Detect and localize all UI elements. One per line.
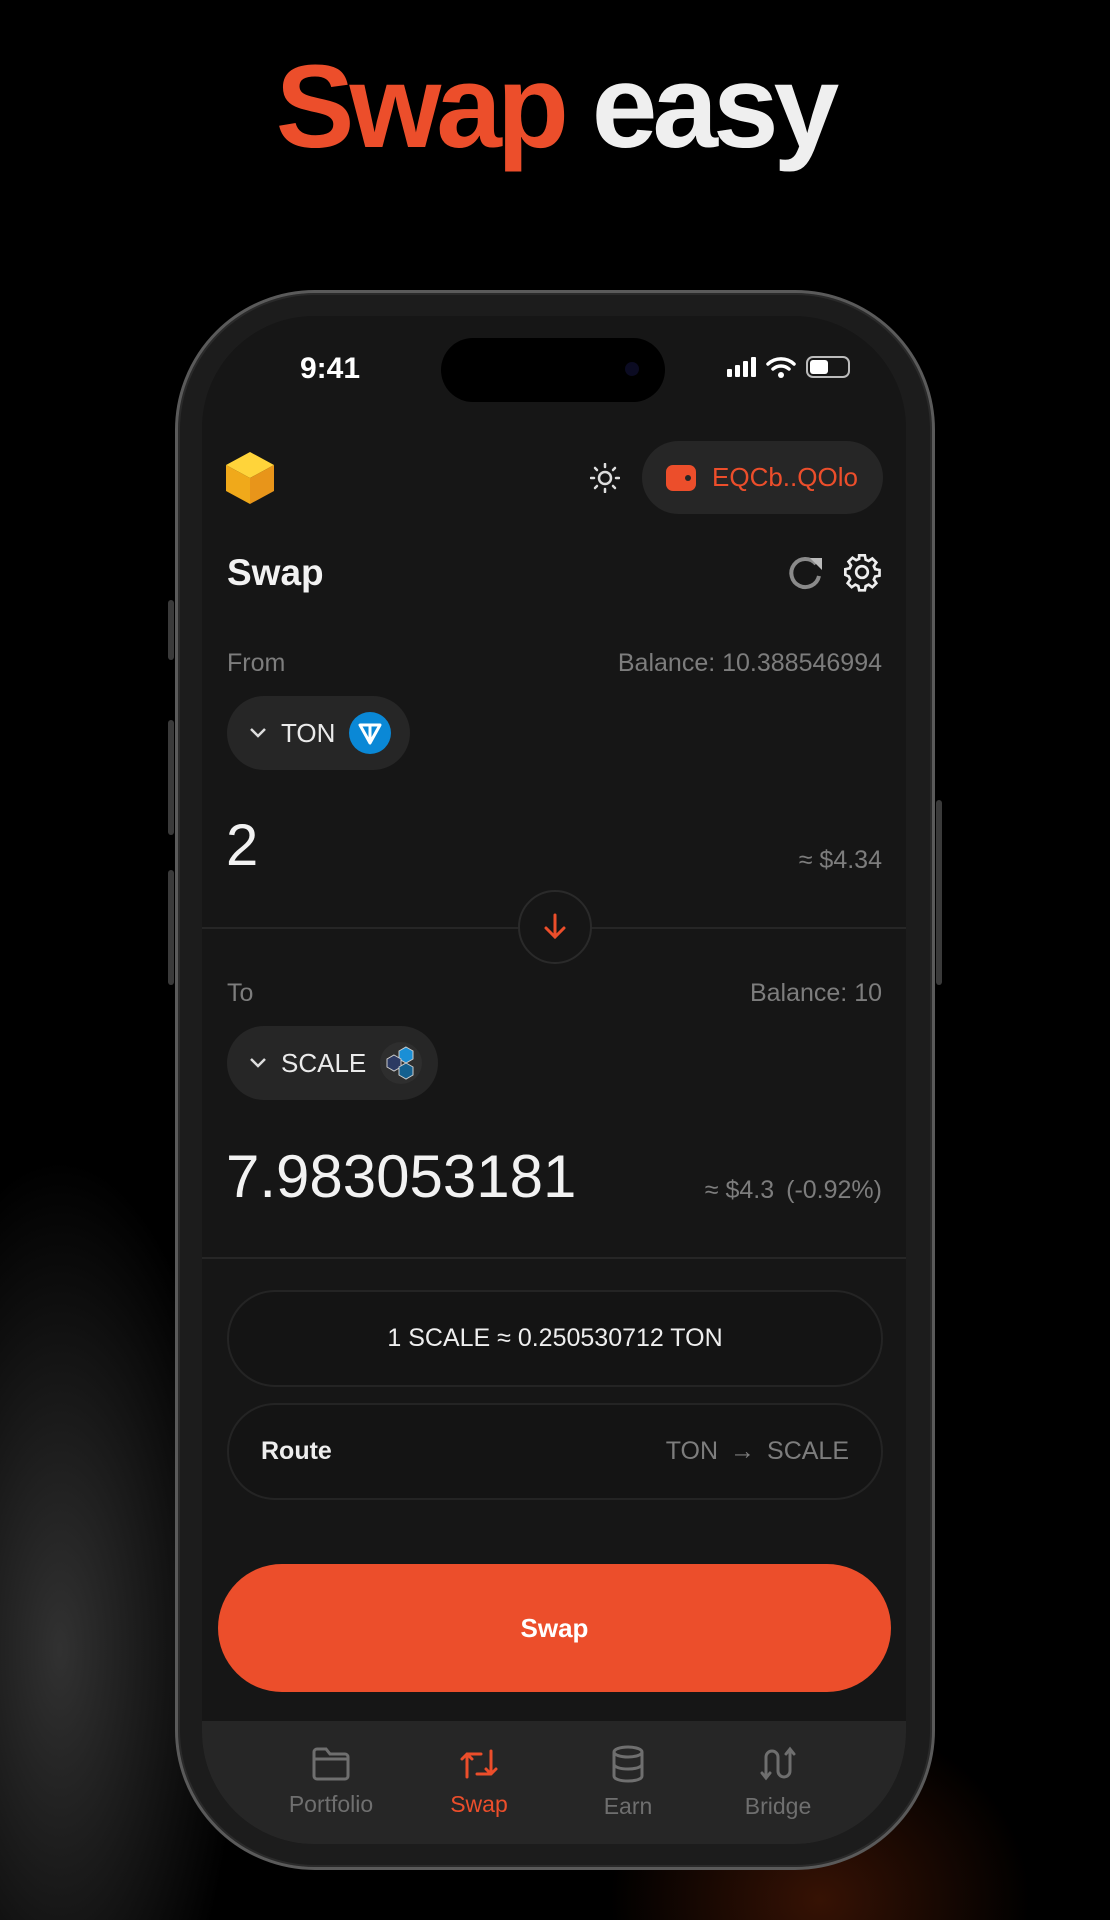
from-token-selector[interactable]: TON: [227, 696, 410, 770]
headline-rest: easy: [591, 41, 840, 173]
from-balance: Balance: 10.388546994: [617, 649, 882, 677]
from-token-name: TON: [281, 717, 336, 748]
tab-label: Earn: [603, 1793, 653, 1819]
tab-earn[interactable]: Earn: [553, 1721, 703, 1844]
chevron-down-icon: [250, 728, 266, 738]
ton-logo-icon: [349, 712, 392, 754]
to-token-name: SCALE: [281, 1047, 367, 1078]
settings-gear-icon[interactable]: [842, 552, 882, 592]
tab-swap[interactable]: Swap: [404, 1721, 554, 1844]
exchange-rate: 1 SCALE ≈ 0.250530712 TON: [387, 1324, 723, 1352]
tab-portfolio[interactable]: Portfolio: [256, 1721, 406, 1844]
to-balance: Balance: 10: [749, 979, 882, 1007]
page-title: Swap: [227, 552, 324, 593]
price-impact: (-0.92%): [786, 1176, 882, 1204]
app-logo-cube-icon[interactable]: [224, 450, 276, 506]
power-button: [936, 800, 942, 985]
to-usd-row: ≈ $4.3 (-0.92%): [705, 1176, 882, 1205]
from-amount-input[interactable]: 2: [226, 812, 258, 879]
switch-direction-button[interactable]: [518, 890, 592, 964]
swap-icon: [460, 1749, 498, 1779]
mute-switch: [168, 600, 174, 660]
tab-label: Bridge: [744, 1793, 812, 1819]
volume-up-button: [168, 720, 174, 835]
arrow-down-icon: [544, 913, 566, 940]
headline-accent: Swap: [275, 41, 569, 173]
signal-icon: [727, 357, 756, 377]
arrow-right-icon: →: [730, 1437, 756, 1465]
database-icon: [612, 1745, 644, 1783]
wallet-address: EQCb..QOlo: [712, 462, 858, 492]
wifi-icon: [766, 357, 796, 378]
sun-icon[interactable]: [590, 463, 620, 493]
from-usd-value: ≈ $4.34: [798, 846, 882, 874]
to-usd-value: ≈ $4.3: [704, 1176, 775, 1204]
divider: [202, 1257, 906, 1259]
rate-info: 1 SCALE ≈ 0.250530712 TON: [227, 1290, 883, 1387]
tab-label: Portfolio: [288, 1791, 374, 1817]
tab-bridge[interactable]: Bridge: [703, 1721, 853, 1844]
route-info: Route TON → SCALE: [227, 1403, 883, 1500]
folder-icon: [312, 1747, 350, 1781]
volume-down-button: [168, 870, 174, 985]
to-amount: 7.983053181: [226, 1143, 577, 1210]
to-label: To: [227, 979, 254, 1007]
headline: Swap easy: [0, 40, 1110, 176]
from-label: From: [227, 649, 286, 677]
swap-button-label: Swap: [520, 1612, 589, 1643]
refresh-icon[interactable]: [786, 554, 824, 592]
battery-icon: [806, 356, 850, 378]
bridge-icon: [760, 1746, 796, 1781]
route-from-token: TON: [665, 1437, 719, 1465]
tab-label: Swap: [450, 1791, 508, 1817]
camera-icon: [625, 362, 639, 376]
dynamic-island: [441, 338, 665, 402]
status-icons: [727, 356, 850, 378]
scale-logo-icon: [380, 1042, 423, 1084]
wallet-button[interactable]: EQCb..QOlo: [642, 441, 883, 514]
route-to-token: SCALE: [767, 1437, 849, 1465]
swap-button[interactable]: Swap: [218, 1564, 891, 1692]
tab-bar: Portfolio Swap Earn Bridge: [202, 1721, 906, 1844]
route-path: TON → SCALE: [666, 1437, 849, 1466]
wallet-icon: [666, 464, 696, 491]
chevron-down-icon: [250, 1058, 266, 1068]
app-screen: 9:41 EQCb..QOlo Swap From Balance: 10.38…: [202, 316, 906, 1844]
status-time: 9:41: [300, 352, 361, 385]
route-label: Route: [261, 1437, 332, 1465]
to-token-selector[interactable]: SCALE: [227, 1026, 438, 1100]
